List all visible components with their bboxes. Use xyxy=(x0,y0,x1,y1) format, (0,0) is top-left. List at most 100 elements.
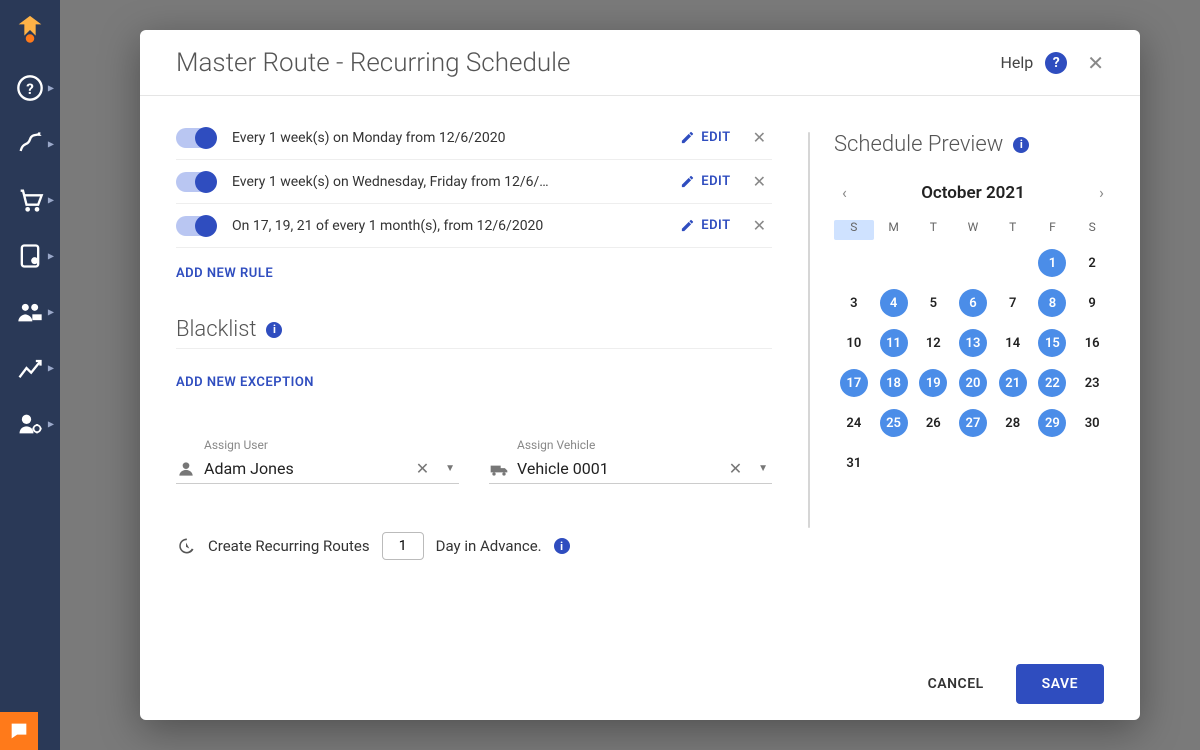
calendar-day[interactable]: 19 xyxy=(913,366,953,400)
assign-vehicle-field: Assign Vehicle Vehicle 0001 ✕ ▼ xyxy=(489,438,772,484)
assign-user-dropdown[interactable]: Adam Jones ✕ ▼ xyxy=(176,454,459,484)
calendar-dow: F xyxy=(1033,220,1073,240)
svg-text:?: ? xyxy=(26,80,34,98)
calendar-day[interactable]: 25 xyxy=(874,406,914,440)
calendar-day[interactable]: 15 xyxy=(1033,326,1073,360)
chat-fab[interactable] xyxy=(0,712,38,750)
edit-button[interactable]: EDIT xyxy=(680,174,730,189)
assign-user-field: Assign User Adam Jones ✕ ▼ xyxy=(176,438,459,484)
calendar-day[interactable]: 9 xyxy=(1072,286,1112,320)
close-icon[interactable]: ✕ xyxy=(1079,47,1112,79)
info-icon[interactable]: i xyxy=(266,322,282,338)
pencil-icon xyxy=(680,130,695,145)
calendar-day[interactable]: 24 xyxy=(834,406,874,440)
calendar-month-label: October 2021 xyxy=(921,183,1025,203)
history-icon xyxy=(176,536,196,556)
clear-vehicle-icon[interactable]: ✕ xyxy=(725,459,746,478)
sidebar-item-addressbook[interactable]: ▶ xyxy=(0,228,60,284)
sidebar-item-orders[interactable]: ▶ xyxy=(0,172,60,228)
calendar-day[interactable]: 20 xyxy=(953,366,993,400)
rule-text: Every 1 week(s) on Monday from 12/6/2020 xyxy=(232,130,664,146)
modal-header: Master Route - Recurring Schedule Help ?… xyxy=(140,30,1140,96)
sidebar-item-analytics[interactable]: ▶ xyxy=(0,340,60,396)
calendar-day[interactable]: 16 xyxy=(1072,326,1112,360)
rule-toggle[interactable] xyxy=(176,172,216,192)
calendar-day[interactable]: 18 xyxy=(874,366,914,400)
calendar-day[interactable]: 23 xyxy=(1072,366,1112,400)
calendar-day[interactable]: 8 xyxy=(1033,286,1073,320)
calendar-day[interactable]: 31 xyxy=(834,446,874,480)
days-advance-input[interactable] xyxy=(382,532,424,560)
pencil-icon xyxy=(680,174,695,189)
save-button[interactable]: SAVE xyxy=(1016,664,1104,704)
rule-toggle[interactable] xyxy=(176,216,216,236)
pencil-icon xyxy=(680,218,695,233)
calendar-day[interactable]: 1 xyxy=(1033,246,1073,280)
info-icon[interactable]: i xyxy=(1013,137,1029,153)
calendar-day[interactable]: 28 xyxy=(993,406,1033,440)
calendar-day[interactable]: 21 xyxy=(993,366,1033,400)
calendar-day[interactable]: 4 xyxy=(874,286,914,320)
sidebar-item-team[interactable]: ▶ xyxy=(0,284,60,340)
recurring-schedule-modal: Master Route - Recurring Schedule Help ?… xyxy=(140,30,1140,720)
calendar-dow: M xyxy=(874,220,914,240)
calendar-day[interactable]: 26 xyxy=(913,406,953,440)
assign-vehicle-label: Assign Vehicle xyxy=(489,438,772,452)
calendar-day[interactable]: 14 xyxy=(993,326,1033,360)
person-icon xyxy=(176,459,196,479)
chevron-down-icon[interactable]: ▼ xyxy=(441,463,459,474)
assign-user-label: Assign User xyxy=(176,438,459,452)
sidebar-item-settings[interactable]: ▶ xyxy=(0,396,60,452)
next-month-button[interactable]: › xyxy=(1091,179,1112,206)
delete-rule-icon[interactable]: ✕ xyxy=(747,128,772,147)
edit-button[interactable]: EDIT xyxy=(680,218,730,233)
blacklist-heading: Blacklist i xyxy=(176,317,772,342)
advance-row: Create Recurring Routes Day in Advance. … xyxy=(176,532,772,560)
calendar-day[interactable]: 10 xyxy=(834,326,874,360)
rule-text: On 17, 19, 21 of every 1 month(s), from … xyxy=(232,218,664,234)
preview-heading: Schedule Preview i xyxy=(834,132,1112,157)
assign-vehicle-dropdown[interactable]: Vehicle 0001 ✕ ▼ xyxy=(489,454,772,484)
chevron-down-icon[interactable]: ▼ xyxy=(754,463,772,474)
truck-icon xyxy=(489,459,509,479)
calendar-dow: W xyxy=(953,220,993,240)
calendar-day[interactable]: 6 xyxy=(953,286,993,320)
modal-title: Master Route - Recurring Schedule xyxy=(176,48,570,78)
calendar-day[interactable]: 27 xyxy=(953,406,993,440)
delete-rule-icon[interactable]: ✕ xyxy=(747,216,772,235)
app-sidebar: ? ▶ ▶ ▶ ▶ ▶ ▶ ▶ xyxy=(0,0,60,750)
calendar-day[interactable]: 29 xyxy=(1033,406,1073,440)
calendar-day[interactable]: 7 xyxy=(993,286,1033,320)
rule-row: Every 1 week(s) on Wednesday, Friday fro… xyxy=(176,160,772,204)
calendar-day[interactable]: 2 xyxy=(1072,246,1112,280)
app-logo xyxy=(0,0,60,60)
calendar-day[interactable]: 3 xyxy=(834,286,874,320)
prev-month-button[interactable]: ‹ xyxy=(834,179,855,206)
calendar-day[interactable]: 11 xyxy=(874,326,914,360)
rule-toggle[interactable] xyxy=(176,128,216,148)
calendar-day[interactable]: 30 xyxy=(1072,406,1112,440)
calendar-day[interactable]: 17 xyxy=(834,366,874,400)
rules-panel: Every 1 week(s) on Monday from 12/6/2020… xyxy=(140,96,808,648)
help-link[interactable]: Help xyxy=(1000,53,1033,72)
rule-row: On 17, 19, 21 of every 1 month(s), from … xyxy=(176,204,772,248)
calendar-dow: T xyxy=(913,220,953,240)
calendar-day[interactable]: 13 xyxy=(953,326,993,360)
sidebar-item-routes[interactable]: ▶ xyxy=(0,116,60,172)
add-exception-button[interactable]: ADD NEW EXCEPTION xyxy=(176,357,772,408)
info-icon[interactable]: i xyxy=(554,538,570,554)
clear-user-icon[interactable]: ✕ xyxy=(412,459,433,478)
calendar-day[interactable]: 5 xyxy=(913,286,953,320)
calendar-dow: S xyxy=(1072,220,1112,240)
delete-rule-icon[interactable]: ✕ xyxy=(747,172,772,191)
calendar-day[interactable]: 12 xyxy=(913,326,953,360)
sidebar-item-help[interactable]: ? ▶ xyxy=(0,60,60,116)
calendar-day[interactable]: 22 xyxy=(1033,366,1073,400)
calendar-dow: S xyxy=(834,220,874,240)
help-icon[interactable]: ? xyxy=(1045,52,1067,74)
add-rule-button[interactable]: ADD NEW RULE xyxy=(176,248,772,299)
edit-button[interactable]: EDIT xyxy=(680,130,730,145)
calendar-dow: T xyxy=(993,220,1033,240)
schedule-preview-panel: Schedule Preview i ‹ October 2021 › SMTW… xyxy=(810,96,1140,648)
cancel-button[interactable]: CANCEL xyxy=(916,666,996,702)
